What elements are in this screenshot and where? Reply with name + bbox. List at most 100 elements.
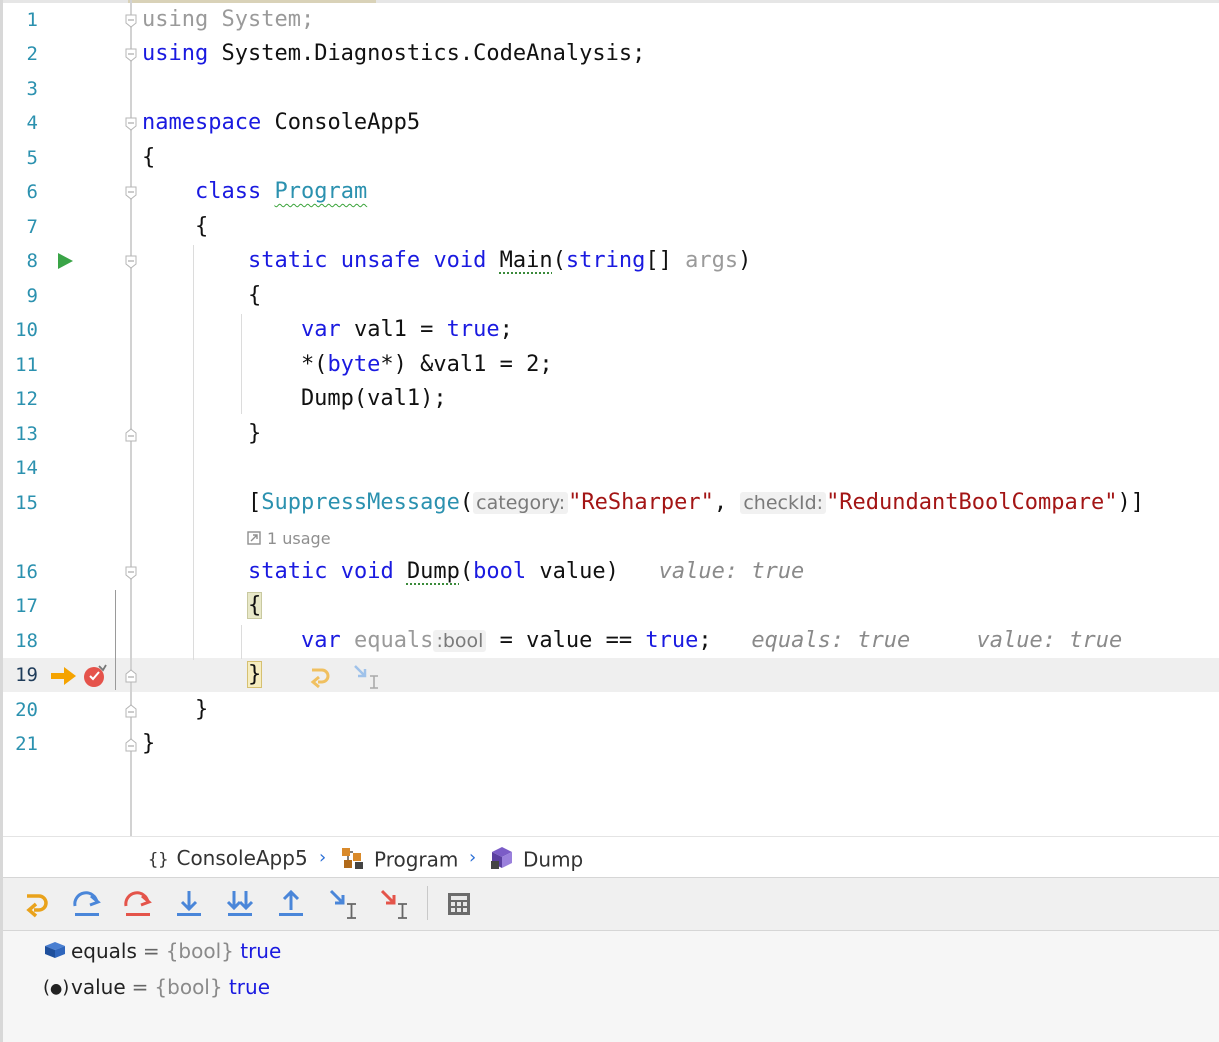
line-number: 17: [15, 595, 38, 617]
code-token: unsafe: [340, 248, 421, 273]
fold-marker-icon[interactable]: [125, 186, 137, 200]
code-line[interactable]: 6 class Program: [0, 175, 1219, 209]
code-line[interactable]: 1 using System;: [0, 3, 1219, 37]
variable-row[interactable]: (●)value = {bool} true: [43, 972, 270, 1002]
line-number: 5: [26, 147, 38, 169]
fold-marker-icon[interactable]: [125, 566, 137, 580]
code-text: }: [142, 693, 208, 727]
code-token: namespace: [142, 110, 262, 135]
force-run-to-cursor-button[interactable]: [379, 888, 411, 920]
step-into-icon: [177, 891, 201, 916]
fold-marker-icon[interactable]: [125, 14, 137, 28]
code-line[interactable]: 16 static void Dump(bool value) value: t…: [0, 555, 1219, 589]
step-into-button[interactable]: [173, 888, 205, 920]
code-line[interactable]: 20 }: [0, 693, 1219, 727]
variable-equals: =: [142, 939, 160, 963]
breadcrumb-item-namespace[interactable]: {} ConsoleApp5: [148, 845, 308, 871]
run-to-cursor-icon[interactable]: [353, 664, 381, 694]
show-execution-point-button[interactable]: [21, 888, 53, 920]
usage-text: 1 usage: [267, 529, 331, 548]
code-text: }: [142, 417, 261, 451]
code-text: {: [142, 589, 263, 623]
code-text: *(byte*) &val1 = 2;: [142, 348, 553, 382]
code-line[interactable]: 7 {: [0, 210, 1219, 244]
code-token: var: [300, 628, 341, 653]
breadcrumb-item-method[interactable]: Dump: [489, 845, 583, 872]
breakpoint-icon[interactable]: [83, 664, 107, 692]
code-token: }: [142, 697, 209, 722]
execution-point-arrow-icon: [50, 666, 78, 690]
code-text: static void Dump(bool value) value: true: [142, 555, 804, 589]
code-text: [SuppressMessage(category: "ReSharper", c…: [142, 486, 1144, 520]
breadcrumb-label: Program: [374, 847, 459, 872]
variable-value: true: [228, 975, 270, 999]
breadcrumb-item-class[interactable]: Program: [340, 845, 459, 872]
force-step-into-button[interactable]: [224, 888, 256, 920]
variable-name: value: [71, 975, 126, 999]
step-over-red-button[interactable]: [122, 888, 154, 920]
code-token: ;: [698, 628, 752, 653]
line-number: 13: [15, 423, 38, 445]
code-text: using System;: [142, 3, 314, 37]
code-token: static: [247, 248, 328, 273]
code-editor[interactable]: 1 using System; 2 using System.Diagnostics.…: [0, 0, 1219, 836]
code-line[interactable]: 5{: [0, 141, 1219, 175]
step-over-red-icon: [124, 891, 152, 916]
evaluate-expression-button[interactable]: [443, 888, 475, 920]
code-line[interactable]: 12 Dump(val1);: [0, 382, 1219, 416]
code-token: using System;: [142, 7, 315, 32]
fold-marker-icon[interactable]: [125, 669, 137, 683]
code-line[interactable]: 14: [0, 451, 1219, 485]
code-line[interactable]: 13 }: [0, 417, 1219, 451]
variable-value: true: [240, 939, 282, 963]
step-out-button[interactable]: [275, 888, 307, 920]
fold-marker-icon[interactable]: [125, 428, 137, 442]
fold-marker-icon[interactable]: [125, 704, 137, 718]
code-line[interactable]: 18 var equals:bool = value == true; equa…: [0, 624, 1219, 658]
code-line[interactable]: 2 using System.Diagnostics.CodeAnalysis;: [0, 37, 1219, 71]
code-line[interactable]: 17 {: [0, 589, 1219, 623]
code-line[interactable]: 4 namespace ConsoleApp5: [0, 106, 1219, 140]
run-icon[interactable]: [56, 252, 74, 274]
code-line[interactable]: 21}: [0, 727, 1219, 761]
code-line[interactable]: 9 {: [0, 279, 1219, 313]
code-line[interactable]: 10 var val1 = true;: [0, 313, 1219, 347]
code-token: }: [246, 661, 263, 688]
code-text: var equals:bool = value == true; equals:…: [142, 624, 1122, 658]
code-token: "ReSharper": [568, 490, 714, 515]
code-line[interactable]: 19 }: [0, 658, 1219, 692]
variable-row[interactable]: equals = {bool} true: [43, 936, 281, 966]
line-number: 12: [15, 388, 38, 410]
usage-hint[interactable]: 1 usage: [247, 528, 331, 550]
fold-marker-icon[interactable]: [125, 255, 137, 269]
line-number: 4: [26, 112, 38, 134]
code-line[interactable]: 11 *(byte*) &val1 = 2;: [0, 348, 1219, 382]
code-line[interactable]: 3: [0, 72, 1219, 106]
code-token: string: [565, 248, 646, 273]
code-line[interactable]: 8 static unsafe void Main(string[] args): [0, 244, 1219, 278]
code-line[interactable]: 15 [SuppressMessage(category: "ReSharper"…: [0, 486, 1219, 520]
code-token: (: [459, 490, 474, 515]
fold-marker-icon[interactable]: [125, 48, 137, 62]
code-token: checkId:: [740, 492, 827, 514]
namespace-icon: {}: [148, 850, 169, 870]
code-token: value): [526, 559, 659, 584]
line-number: 1: [26, 9, 38, 31]
fold-marker-icon[interactable]: [125, 117, 137, 131]
step-over-button[interactable]: [71, 888, 103, 920]
code-token: equals: [353, 628, 434, 653]
breadcrumb-label: ConsoleApp5: [176, 846, 308, 870]
run-to-cursor-button[interactable]: [328, 888, 360, 920]
line-number: 14: [15, 457, 38, 479]
line-number: 15: [15, 492, 38, 514]
show-execution-point-icon[interactable]: [307, 664, 333, 694]
method-icon: [489, 845, 515, 877]
line-number: 7: [26, 216, 38, 238]
code-token: var: [300, 317, 341, 342]
fold-marker-icon[interactable]: [125, 738, 137, 752]
code-token: val1 =: [340, 317, 447, 342]
line-number: 20: [15, 699, 38, 721]
